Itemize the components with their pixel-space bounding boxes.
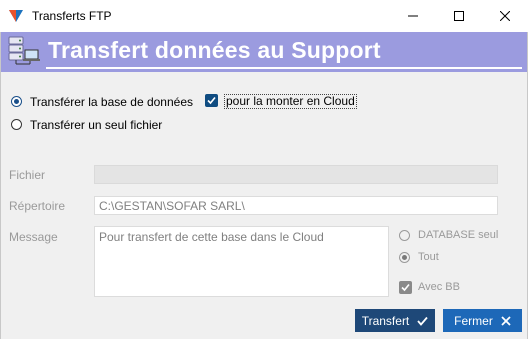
- checkbox-cloud-label[interactable]: pour la monter en Cloud: [224, 94, 357, 109]
- maximize-icon: [454, 11, 464, 21]
- fermer-button-label: Fermer: [454, 313, 493, 328]
- message-textarea[interactable]: Pour transfert de cette base dans le Clo…: [94, 226, 389, 297]
- window-title: Transferts FTP: [32, 9, 112, 23]
- radio-database-seul-label[interactable]: DATABASE seul: [418, 229, 498, 241]
- repertoire-field[interactable]: C:\GESTAN\SOFAR SARL\: [94, 196, 498, 215]
- close-icon: [500, 11, 510, 21]
- app-logo-icon: [8, 8, 24, 24]
- radio-tout-label[interactable]: Tout: [418, 251, 439, 263]
- fichier-field[interactable]: [94, 165, 498, 184]
- transfert-button-label: Transfert: [361, 313, 410, 328]
- checkmark-icon: [207, 96, 216, 105]
- close-window-button[interactable]: [482, 0, 528, 32]
- checkmark-icon: [401, 283, 410, 292]
- repertoire-label: Répertoire: [9, 199, 66, 213]
- radio-transfer-single-file[interactable]: [11, 119, 22, 130]
- banner-title: Transfert données au Support: [48, 37, 381, 63]
- radio-tout[interactable]: [399, 252, 410, 263]
- checkbox-avec-bb-label[interactable]: Avec BB: [418, 281, 460, 293]
- checkmark-icon: [417, 316, 428, 326]
- fermer-button[interactable]: Fermer: [443, 309, 522, 332]
- minimize-icon: [408, 15, 418, 17]
- server-network-icon: [6, 34, 42, 68]
- radio-transfer-single-file-label[interactable]: Transférer un seul fichier: [30, 118, 162, 132]
- banner-underline: [46, 67, 522, 69]
- radio-database-seul[interactable]: [399, 230, 410, 241]
- close-icon: [501, 315, 511, 326]
- checkbox-avec-bb[interactable]: [399, 281, 412, 294]
- radio-transfer-database[interactable]: [11, 96, 22, 107]
- radio-transfer-database-label[interactable]: Transférer la base de données: [30, 95, 193, 109]
- fichier-label: Fichier: [9, 168, 46, 182]
- transfert-button[interactable]: Transfert: [355, 309, 435, 332]
- checkbox-cloud[interactable]: [205, 94, 218, 107]
- message-label: Message: [9, 230, 58, 244]
- minimize-button[interactable]: [390, 0, 436, 32]
- maximize-button[interactable]: [436, 0, 482, 32]
